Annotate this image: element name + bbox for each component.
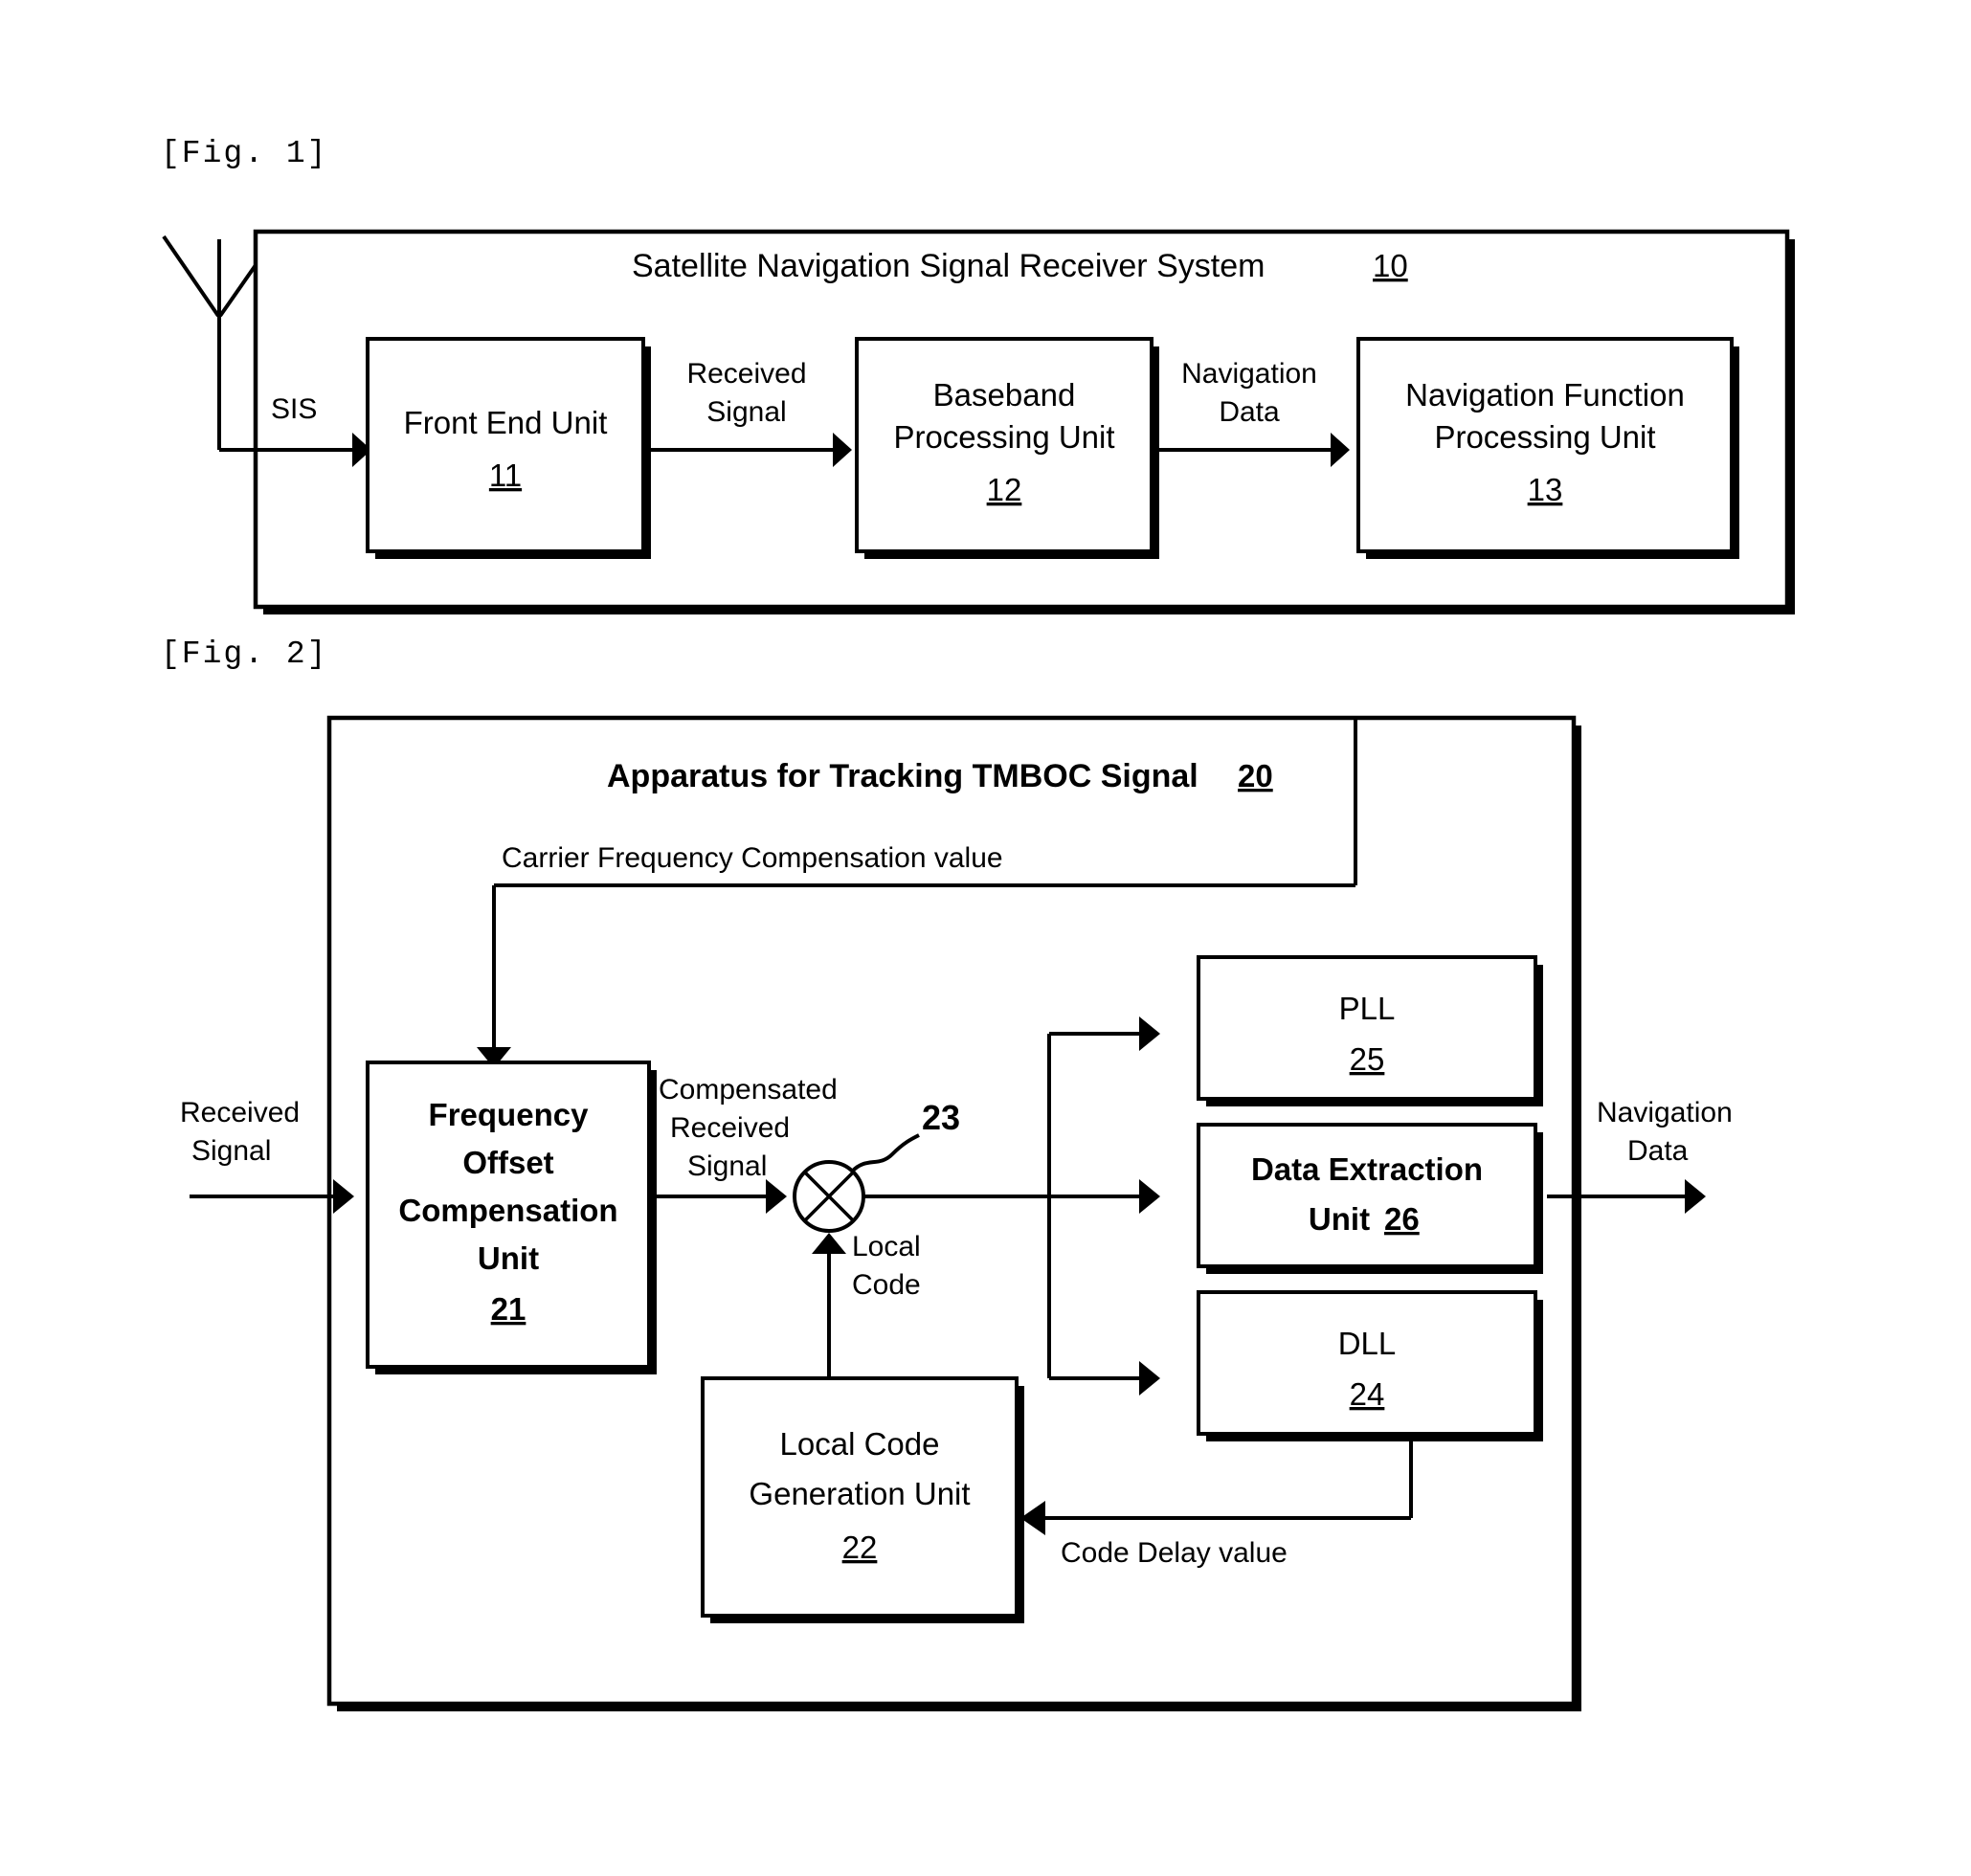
- figure-1-title-text: Satellite Navigation Signal Receiver Sys…: [632, 248, 1265, 284]
- figure-2-title-text: Apparatus for Tracking TMBOC Signal: [607, 758, 1198, 794]
- figure-2-title-ref: 20: [1238, 758, 1273, 793]
- carrier-frequency-compensation-value-label: Carrier Frequency Compensation value: [502, 842, 1003, 874]
- frequency-offset-compensation-unit-label-line2: Offset: [462, 1145, 553, 1180]
- dll-box: DLL 24: [1197, 1290, 1543, 1441]
- data-extraction-unit-label-line2: Unit: [1309, 1201, 1370, 1237]
- frequency-offset-compensation-unit-label-line3: Compensation: [398, 1193, 617, 1228]
- frequency-offset-compensation-unit-label-line4: Unit: [478, 1240, 539, 1276]
- baseband-processing-unit-label-line1: Baseband: [933, 377, 1076, 413]
- baseband-processing-unit-label-line2: Processing Unit: [893, 419, 1114, 455]
- frequency-offset-compensation-unit-label-line1: Frequency: [429, 1097, 590, 1132]
- local-code-generation-unit-label-line2: Generation Unit: [749, 1476, 970, 1511]
- front-end-unit-ref: 11: [489, 458, 522, 493]
- dll-ref: 24: [1350, 1376, 1385, 1412]
- compensated-received-signal-label-line1: Compensated: [659, 1074, 838, 1106]
- sis-label: SIS: [271, 393, 317, 425]
- figure-2-label: [Fig. 2]: [161, 636, 328, 672]
- baseband-processing-unit-ref: 12: [987, 472, 1022, 507]
- local-code-generation-unit-ref: 22: [842, 1530, 878, 1565]
- received-signal-input-label-line2: Signal: [191, 1135, 271, 1167]
- received-signal-input-label-line1: Received: [180, 1097, 300, 1128]
- frequency-offset-compensation-unit-box: Frequency Offset Compensation Unit 21: [366, 1061, 657, 1374]
- navigation-data-output-label-line2: Data: [1627, 1135, 1689, 1167]
- navigation-function-processing-unit-ref: 13: [1528, 472, 1563, 507]
- navigation-data-label-line1: Navigation: [1181, 358, 1317, 390]
- compensated-received-signal-label-line2: Received: [670, 1112, 790, 1144]
- front-end-unit-label: Front End Unit: [404, 405, 608, 440]
- pll-ref: 25: [1350, 1041, 1385, 1077]
- local-code-generation-unit-label-line1: Local Code: [780, 1426, 940, 1462]
- mixer-ref: 23: [922, 1098, 960, 1137]
- data-extraction-unit-ref: 26: [1384, 1201, 1420, 1237]
- baseband-processing-unit-box: Baseband Processing Unit 12: [855, 337, 1159, 559]
- local-code-generation-unit-box: Local Code Generation Unit 22: [701, 1376, 1024, 1623]
- frequency-offset-compensation-unit-ref: 21: [491, 1291, 526, 1327]
- navigation-function-processing-unit-box: Navigation Function Processing Unit 13: [1356, 337, 1739, 559]
- figure-2-drawing: Apparatus for Tracking TMBOC Signal 20 C…: [180, 715, 1733, 1711]
- local-code-label-line2: Code: [852, 1269, 921, 1301]
- dll-label: DLL: [1338, 1326, 1397, 1361]
- local-code-label-line1: Local: [852, 1231, 921, 1262]
- pll-box: PLL 25: [1197, 955, 1543, 1106]
- front-end-unit-box: Front End Unit 11: [366, 337, 651, 559]
- received-signal-label-line2: Signal: [706, 396, 786, 428]
- figure-1-title-ref: 10: [1373, 248, 1408, 283]
- data-extraction-unit-label-line1: Data Extraction: [1251, 1151, 1483, 1187]
- navigation-function-processing-unit-label-line1: Navigation Function: [1405, 377, 1685, 413]
- received-signal-label-line1: Received: [686, 358, 806, 390]
- pll-label: PLL: [1339, 991, 1396, 1026]
- navigation-data-output-label-line1: Navigation: [1597, 1097, 1733, 1128]
- navigation-function-processing-unit-label-line2: Processing Unit: [1434, 419, 1655, 455]
- patent-drawing-page: [Fig. 1] Satellite Navigation Signal Rec…: [0, 0, 1971, 1876]
- figure-2-title: Apparatus for Tracking TMBOC Signal 20: [607, 758, 1273, 794]
- figure-1-drawing: Satellite Navigation Signal Receiver Sys…: [162, 229, 1795, 614]
- compensated-received-signal-label-line3: Signal: [687, 1150, 767, 1182]
- data-extraction-unit-box: Data Extraction Unit 26: [1197, 1123, 1543, 1274]
- navigation-data-label-line2: Data: [1219, 396, 1280, 428]
- code-delay-value-label: Code Delay value: [1061, 1537, 1288, 1569]
